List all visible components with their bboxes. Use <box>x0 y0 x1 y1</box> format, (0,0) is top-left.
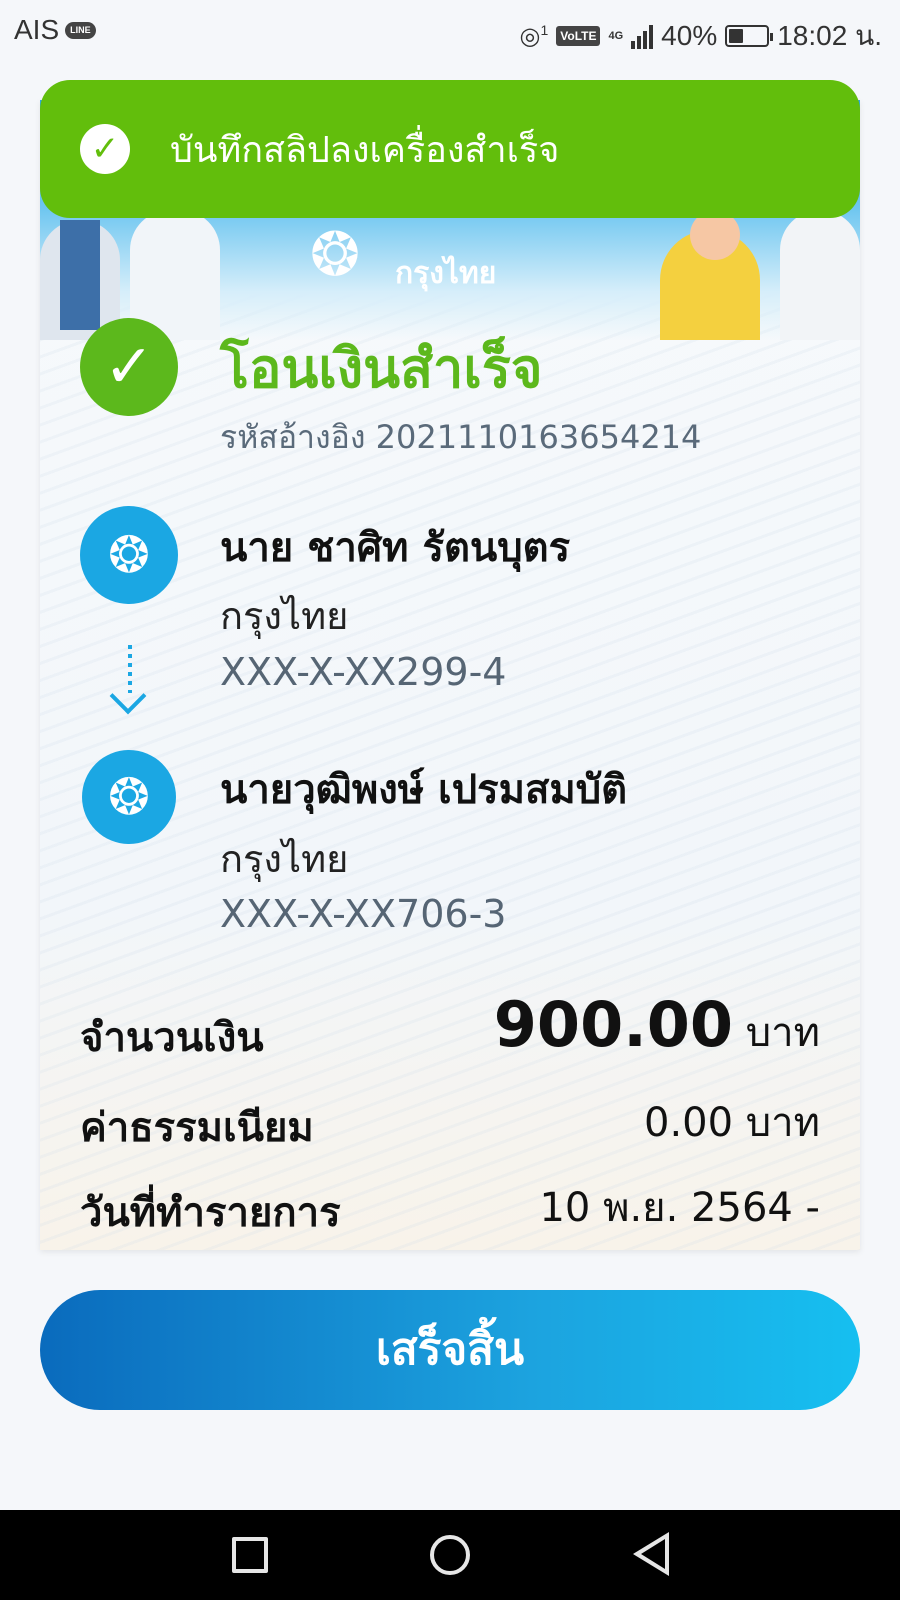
krungthai-logo-icon: ❂ <box>309 220 361 290</box>
transfer-success-title: โอนเงินสำเร็จ <box>220 337 543 400</box>
banner-illustration <box>60 220 100 330</box>
battery-icon <box>725 25 774 47</box>
sender-name: นาย ชาศิท รัตนบุตร <box>220 525 571 571</box>
carrier-name: AIS <box>14 14 60 45</box>
fee-value: 0.00 บาท <box>644 1100 820 1146</box>
date-label: วันที่ทำรายการ <box>80 1190 341 1236</box>
check-icon: ✓ <box>80 124 130 174</box>
navigation-bar <box>0 1510 900 1600</box>
sender-bank-logo-icon: ❂ <box>80 506 178 604</box>
sender-bank: กรุงไทย <box>220 594 349 638</box>
signal-icon <box>631 23 654 49</box>
receipt-card: ❂ กรุงไทย ✓ โอนเงินสำเร็จ รหัสอ้างอิง 20… <box>40 100 860 1250</box>
hotspot-count: 1 <box>540 21 549 38</box>
clock: 18:02 น. <box>777 20 882 51</box>
recent-apps-icon[interactable] <box>232 1537 268 1573</box>
amount-unit: บาท <box>745 1010 820 1056</box>
reference-number: รหัสอ้างอิง 2021110163654214 <box>220 418 702 456</box>
save-slip-toast: ✓ บันทึกสลิปลงเครื่องสำเร็จ <box>40 80 860 218</box>
hotspot-icon: ◎1 <box>519 21 549 50</box>
status-left: AIS LINE <box>14 14 96 46</box>
done-button[interactable]: เสร็จสิ้น <box>40 1290 860 1410</box>
bank-brand-name: กรุงไทย <box>395 256 497 291</box>
amount-value-group: 900.00 บาท <box>494 988 820 1064</box>
date-value: 10 พ.ย. 2564 - <box>539 1185 820 1231</box>
banner-illustration <box>780 210 860 340</box>
receiver-name: นายวุฒิพงษ์ เปรมสมบัติ <box>220 767 628 813</box>
status-bar: AIS LINE ◎1 VoLTE 4G 40% 18:02 น. <box>0 0 900 62</box>
toast-message: บันทึกสลิปลงเครื่องสำเร็จ <box>170 129 560 171</box>
back-icon[interactable] <box>633 1532 669 1576</box>
sender-account: XXX-X-XX299-4 <box>220 650 507 694</box>
network-type: 4G <box>608 29 624 42</box>
status-right: ◎1 VoLTE 4G 40% 18:02 น. <box>520 14 882 58</box>
amount-value: 900.00 <box>493 988 734 1061</box>
home-icon[interactable] <box>430 1535 470 1575</box>
success-check-icon: ✓ <box>80 318 178 416</box>
receiver-account: XXX-X-XX706-3 <box>220 892 507 936</box>
receiver-bank: กรุงไทย <box>220 837 349 881</box>
amount-label: จำนวนเงิน <box>80 1015 264 1061</box>
volte-icon: VoLTE <box>556 26 601 46</box>
battery-percent: 40% <box>661 20 718 51</box>
fee-label: ค่าธรรมเนียม <box>80 1105 314 1151</box>
line-app-icon: LINE <box>65 21 96 39</box>
arrow-down-icon <box>109 645 150 715</box>
receiver-bank-logo-icon: ❂ <box>82 750 176 844</box>
